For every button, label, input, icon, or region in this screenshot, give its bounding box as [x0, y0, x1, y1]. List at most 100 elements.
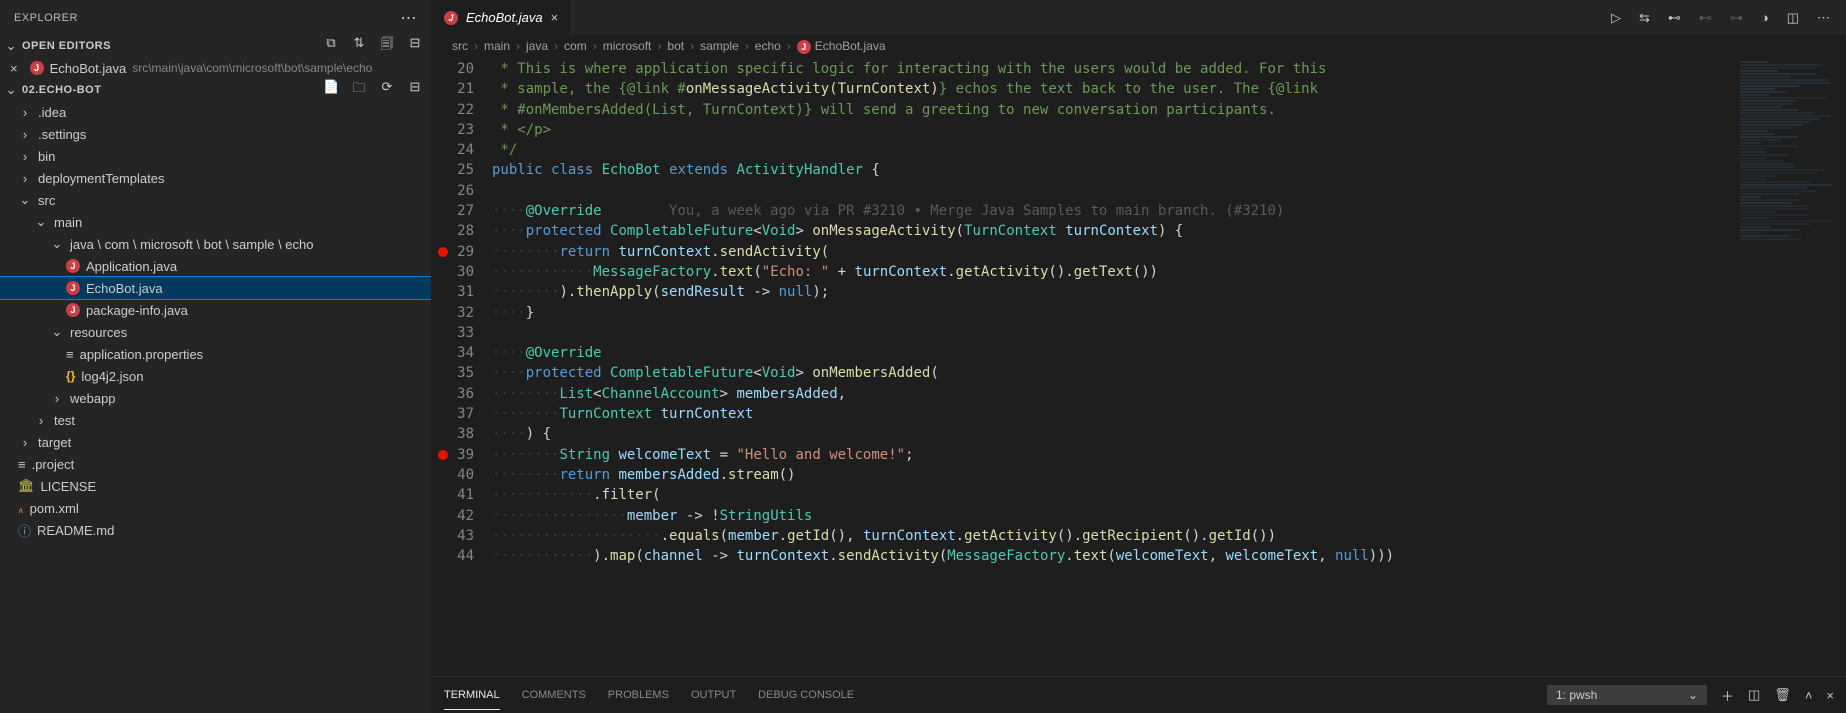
code-line[interactable]: ········return turnContext.sendActivity( [492, 242, 1736, 262]
code-line[interactable]: * #onMembersAdded(List, TurnContext)} wi… [492, 100, 1736, 120]
code-line[interactable]: * This is where application specific log… [492, 59, 1736, 79]
prev-change-icon[interactable]: ⊷ [1699, 10, 1712, 26]
tree-item[interactable]: ›bin [0, 145, 431, 167]
tree-item[interactable]: ៱pom.xml [0, 497, 431, 519]
code-line[interactable]: * sample, the {@link #onMessageActivity(… [492, 79, 1736, 99]
git-commit-icon[interactable]: ⊷ [1668, 10, 1681, 26]
code-line[interactable]: ····) { [492, 424, 1736, 444]
code-line[interactable]: ········List<ChannelAccount> membersAdde… [492, 384, 1736, 404]
line-number[interactable]: 38 [432, 424, 474, 444]
line-number[interactable]: 41 [432, 485, 474, 505]
code-editor[interactable]: 2021222324252627282930313233343536373839… [432, 57, 1846, 676]
code-line[interactable] [492, 181, 1736, 201]
line-number[interactable]: 36 [432, 384, 474, 404]
new-folder-icon[interactable]: 🗀 [351, 79, 367, 101]
breadcrumb[interactable]: src›main›java›com›microsoft›bot›sample›e… [432, 35, 1846, 57]
save-all-icon[interactable]: 🗐 [379, 35, 395, 57]
toggle-icon[interactable]: ◑ [1761, 10, 1769, 25]
line-number[interactable]: 22 [432, 100, 474, 120]
code-line[interactable]: ····················.equals(member.getId… [492, 526, 1736, 546]
line-number[interactable]: 37 [432, 404, 474, 424]
terminal-selector[interactable]: 1: pwsh ⌄ [1547, 685, 1707, 705]
new-terminal-icon[interactable]: ＋ [1721, 686, 1734, 705]
line-number[interactable]: 42 [432, 506, 474, 526]
code-line[interactable]: * </p> [492, 120, 1736, 140]
code-line[interactable]: ····protected CompletableFuture<Void> on… [492, 363, 1736, 383]
line-number[interactable]: 34 [432, 343, 474, 363]
close-all-icon[interactable]: ⊟ [407, 35, 423, 57]
split-terminal-icon[interactable]: ◫ [1748, 687, 1760, 703]
project-header[interactable]: ⌄ 02.ECHO-BOT 📄 🗀 ⟳ ⊟ [0, 79, 431, 101]
open-editors-header[interactable]: ⌄ OPEN EDITORS ⧉ ⇅ 🗐 ⊟ [0, 35, 431, 57]
tree-item[interactable]: ⌄java \ com \ microsoft \ bot \ sample \… [0, 233, 431, 255]
code-line[interactable] [492, 323, 1736, 343]
tree-item[interactable]: ›test [0, 409, 431, 431]
tree-item[interactable]: JEchoBot.java [0, 277, 431, 299]
panel-tab-debug-console[interactable]: DEBUG CONSOLE [758, 681, 854, 710]
panel-tab-comments[interactable]: COMMENTS [522, 681, 586, 710]
tree-item[interactable]: ›.settings [0, 123, 431, 145]
code-line[interactable]: ········).thenApply(sendResult -> null); [492, 282, 1736, 302]
close-icon[interactable]: × [551, 10, 559, 25]
code-line[interactable]: */ [492, 140, 1736, 160]
code-line[interactable]: ········TurnContext turnContext [492, 404, 1736, 424]
breadcrumb-segment[interactable]: java [526, 39, 548, 53]
tree-item[interactable]: ⓘREADME.md [0, 519, 431, 541]
next-change-icon[interactable]: ⊶ [1730, 10, 1743, 26]
code-line[interactable]: ········return membersAdded.stream() [492, 465, 1736, 485]
tree-item[interactable]: ≡.project [0, 453, 431, 475]
tree-item[interactable]: 🏛LICENSE [0, 475, 431, 497]
compare-changes-icon[interactable]: ⇆ [1639, 10, 1650, 26]
tree-item[interactable]: Jpackage-info.java [0, 299, 431, 321]
breadcrumb-segment[interactable]: echo [755, 39, 781, 53]
code-line[interactable]: ········String welcomeText = "Hello and … [492, 445, 1736, 465]
breadcrumb-segment[interactable]: main [484, 39, 510, 53]
line-number[interactable]: 23 [432, 120, 474, 140]
breadcrumb-segment[interactable]: com [564, 39, 587, 53]
split-editor-icon[interactable]: ◫ [1787, 10, 1799, 26]
panel-tab-output[interactable]: OUTPUT [691, 681, 736, 710]
code-line[interactable]: ····@Override [492, 343, 1736, 363]
run-icon[interactable]: ▷ [1611, 10, 1621, 26]
tab-echobot[interactable]: J EchoBot.java × [432, 0, 571, 35]
tree-item[interactable]: JApplication.java [0, 255, 431, 277]
line-number[interactable]: 43 [432, 526, 474, 546]
line-number[interactable]: 26 [432, 181, 474, 201]
code-line[interactable]: ····protected CompletableFuture<Void> on… [492, 221, 1736, 241]
minimap[interactable] [1736, 57, 1846, 676]
breadcrumb-segment[interactable]: bot [667, 39, 684, 53]
line-number[interactable]: 44 [432, 546, 474, 566]
code-line[interactable]: ············).map(channel -> turnContext… [492, 546, 1736, 566]
code-content[interactable]: * This is where application specific log… [492, 57, 1736, 676]
kill-terminal-icon[interactable]: 🗑 [1774, 687, 1791, 703]
tree-item[interactable]: ≡application.properties [0, 343, 431, 365]
close-panel-icon[interactable]: × [1826, 688, 1834, 703]
breadcrumb-segment[interactable]: sample [700, 39, 739, 53]
code-line[interactable]: public class EchoBot extends ActivityHan… [492, 160, 1736, 180]
breadcrumb-segment[interactable]: microsoft [603, 39, 652, 53]
line-number[interactable]: 32 [432, 303, 474, 323]
maximize-panel-icon[interactable]: ˄ [1805, 688, 1813, 703]
tree-item[interactable]: ›.idea [0, 101, 431, 123]
line-number[interactable]: 31 [432, 282, 474, 302]
code-line[interactable]: ····} [492, 303, 1736, 323]
code-line[interactable]: ················member -> !StringUtils [492, 506, 1736, 526]
line-number[interactable]: 24 [432, 140, 474, 160]
new-file-icon[interactable]: 📄 [323, 79, 339, 101]
breadcrumb-segment[interactable]: src [452, 39, 468, 53]
breakpoint-icon[interactable] [438, 247, 448, 257]
line-number[interactable]: 33 [432, 323, 474, 343]
code-line[interactable]: ············.filter( [492, 485, 1736, 505]
line-number[interactable]: 25 [432, 160, 474, 180]
new-untitled-icon[interactable]: ⧉ [323, 35, 339, 57]
refresh-icon[interactable]: ⟳ [379, 79, 395, 101]
tree-item[interactable]: ›webapp [0, 387, 431, 409]
tree-item[interactable]: ⌄src [0, 189, 431, 211]
tree-item[interactable]: ›deploymentTemplates [0, 167, 431, 189]
code-line[interactable]: ····@Override You, a week ago via PR #32… [492, 201, 1736, 221]
line-number[interactable]: 35 [432, 363, 474, 383]
more-actions-icon[interactable]: ⋯ [1817, 10, 1830, 26]
tree-item[interactable]: ⌄main [0, 211, 431, 233]
panel-tab-problems[interactable]: PROBLEMS [608, 681, 669, 710]
explorer-more-icon[interactable]: ⋯ [401, 8, 418, 28]
